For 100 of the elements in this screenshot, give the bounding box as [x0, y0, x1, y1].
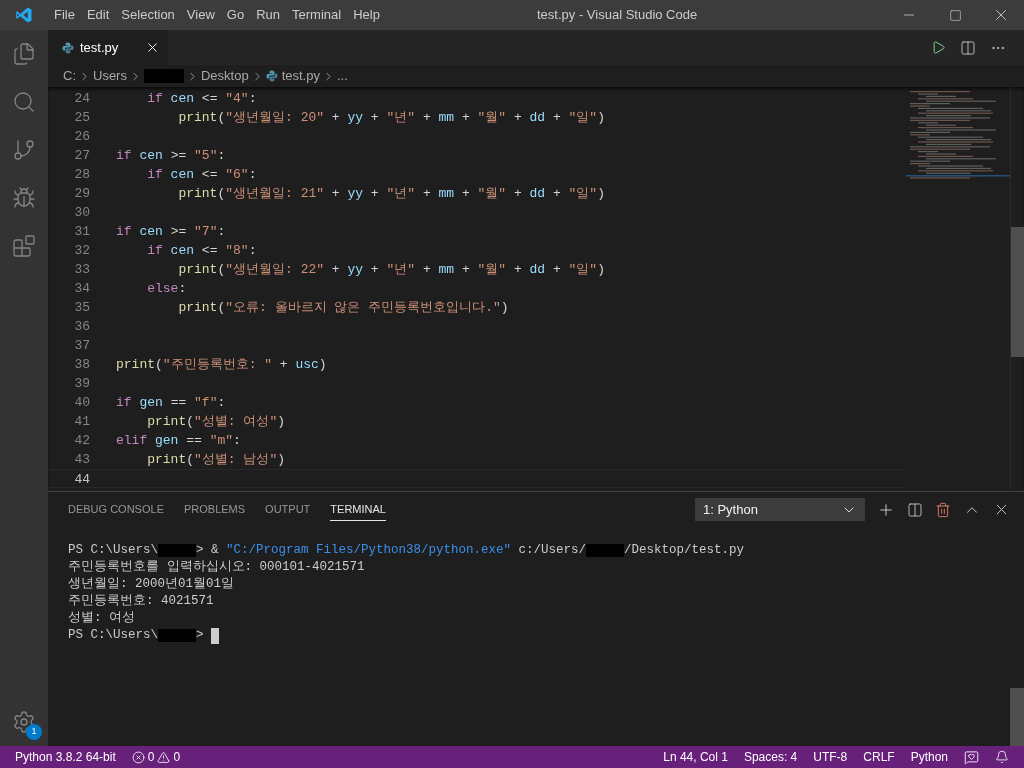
- terminal-text: 주민등록번호: 4021571: [68, 593, 214, 610]
- line-number: 44: [73, 471, 90, 487]
- terminal-text: PS C:\Users\: [68, 627, 158, 644]
- line-number: 25: [73, 109, 90, 127]
- line-number: 26: [73, 128, 90, 146]
- line-ending-status[interactable]: CRLF: [863, 748, 895, 766]
- panel-tab[interactable]: TERMINAL: [330, 498, 386, 521]
- line-number: 32: [73, 242, 90, 260]
- branch-icon[interactable]: [12, 138, 36, 162]
- panel-tab[interactable]: DEBUG CONSOLE: [68, 498, 164, 521]
- scrollbar-thumb[interactable]: [1010, 688, 1024, 746]
- error-icon: [131, 750, 145, 764]
- terminal-select[interactable]: 1: Python: [695, 498, 865, 521]
- line-number: 40: [73, 394, 90, 412]
- line-number: 33: [73, 261, 90, 279]
- warning-count[interactable]: 0: [173, 748, 181, 766]
- terminal-cursor: [211, 627, 220, 644]
- redaction-block: [158, 628, 196, 643]
- code-line: else:: [147, 280, 187, 298]
- code-line: if cen <= "6":: [147, 166, 257, 184]
- search-icon[interactable]: [12, 90, 36, 114]
- line-number: 31: [73, 223, 90, 241]
- terminal-text: "C:/Program Files/Python38/python.exe": [226, 542, 512, 559]
- close-icon[interactable]: [145, 40, 160, 55]
- cursor-position[interactable]: Ln 44, Col 1: [663, 748, 728, 766]
- line-number: 41: [73, 413, 90, 431]
- menu-item[interactable]: Selection: [115, 5, 181, 25]
- code-line: if gen == "f":: [116, 394, 226, 412]
- trash-icon[interactable]: [935, 501, 951, 518]
- code-line: elif gen == "m":: [116, 432, 241, 450]
- terminal-text: c:/Users/: [517, 542, 587, 559]
- code-line: print("오류: 올바르지 않은 주민등록번호입니다."): [178, 299, 509, 317]
- notification-badge: 1: [26, 724, 42, 740]
- panel-tab[interactable]: PROBLEMS: [183, 498, 246, 521]
- line-number: 43: [73, 451, 90, 469]
- code-line: if cen <= "8":: [147, 242, 257, 260]
- play-icon[interactable]: [931, 40, 946, 55]
- menu-item[interactable]: Go: [220, 5, 251, 25]
- window-title: test.py - Visual Studio Code: [537, 6, 698, 25]
- editor-tab[interactable]: test.py: [48, 30, 168, 65]
- menu-item[interactable]: Help: [347, 5, 386, 25]
- app-logo-icon: [15, 6, 33, 24]
- file-type-icon: [62, 41, 74, 54]
- files-icon[interactable]: [12, 42, 36, 66]
- terminal-text: PS C:\Users\: [68, 542, 158, 559]
- line-number: 39: [73, 375, 90, 393]
- line-number: 34: [73, 280, 90, 298]
- terminal-text: >: [196, 627, 205, 644]
- line-number: 35: [73, 299, 90, 317]
- menu-item[interactable]: Terminal: [286, 5, 348, 25]
- code-line: if cen >= "7":: [116, 223, 226, 241]
- breadcrumb-item[interactable]: Users: [93, 66, 127, 86]
- settings-icon[interactable]: [12, 710, 36, 734]
- tab-label: test.py: [80, 38, 119, 57]
- bug-icon[interactable]: [12, 186, 36, 210]
- code-line: print("성별: 남성"): [147, 451, 286, 469]
- line-number: 36: [73, 318, 90, 336]
- maximize-icon[interactable]: [948, 8, 962, 22]
- code-line: if cen <= "4":: [147, 90, 257, 108]
- redaction-block: [143, 68, 184, 84]
- terminal-text: 주민등록번호를 입력하십시오: 000101-4021571: [68, 559, 365, 576]
- menu-item[interactable]: Run: [250, 5, 286, 25]
- code-line: if cen >= "5":: [116, 147, 226, 165]
- breadcrumb-item[interactable]: ...: [336, 66, 348, 86]
- breadcrumb-item[interactable]: test.py: [281, 66, 320, 86]
- code-line: print("성별: 여성"): [147, 413, 286, 431]
- line-number: 38: [73, 356, 90, 374]
- breadcrumb-item[interactable]: C:: [63, 66, 76, 86]
- interpreter-status[interactable]: Python 3.8.2 64-bit: [15, 748, 116, 766]
- feedback-icon[interactable]: [964, 749, 979, 765]
- terminal-text: 생년월일: 2000년01월01일: [68, 576, 234, 593]
- redaction-block: [158, 543, 196, 558]
- code-line: print("주민등록번호: " + usc): [116, 356, 327, 374]
- panel-tab[interactable]: OUTPUT: [265, 498, 311, 521]
- warning-icon: [157, 750, 171, 764]
- breadcrumb-item[interactable]: Desktop: [200, 66, 249, 86]
- code-line: print("생년월일: 20" + yy + "년" + mm + "월" + dd + "일"): [178, 109, 605, 127]
- split-terminal-icon[interactable]: [907, 501, 923, 518]
- encoding-status[interactable]: UTF-8: [813, 748, 848, 766]
- menu-item[interactable]: File: [48, 5, 81, 25]
- redaction-block: [586, 543, 625, 558]
- error-count[interactable]: 0: [147, 748, 155, 766]
- menu-item[interactable]: Edit: [80, 5, 116, 25]
- menu-item[interactable]: View: [180, 5, 221, 25]
- terminal-text: /Desktop/test.py: [624, 542, 745, 559]
- terminal-text: > &: [196, 542, 220, 559]
- line-number: 37: [73, 337, 90, 355]
- blocks-icon[interactable]: [12, 234, 36, 258]
- line-number: 28: [73, 166, 90, 184]
- line-number: 27: [73, 147, 90, 165]
- terminal-text: 성별: 여성: [68, 610, 135, 627]
- split-editor-icon[interactable]: [960, 39, 976, 56]
- indentation-status[interactable]: Spaces: 4: [743, 748, 798, 766]
- scrollbar-thumb[interactable]: [1011, 227, 1024, 357]
- bell-icon[interactable]: [995, 750, 1009, 764]
- code-line: print("생년월일: 21" + yy + "년" + mm + "월" + dd + "일"): [178, 185, 605, 203]
- file-type-icon: [265, 70, 278, 82]
- line-number: 30: [73, 204, 90, 222]
- language-status[interactable]: Python: [910, 748, 948, 766]
- code-line: print("생년월일: 22" + yy + "년" + mm + "월" + dd + "일"): [178, 261, 605, 279]
